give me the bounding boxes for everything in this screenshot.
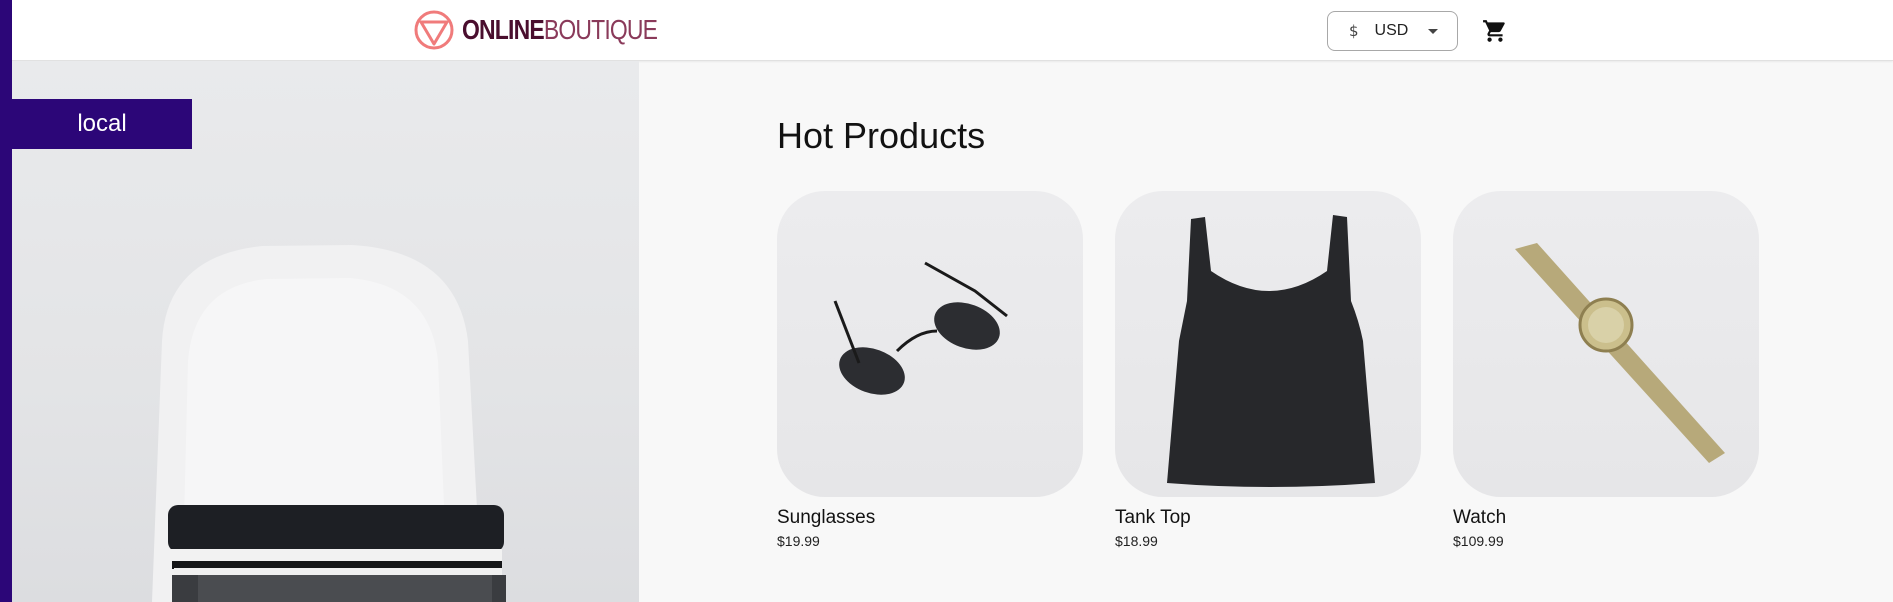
left-edge-bar [0,0,12,602]
currency-select[interactable]: $ USD [1327,11,1458,51]
hero-banner: local [12,61,639,602]
product-name[interactable]: Sunglasses [777,507,1083,529]
product-name[interactable]: Watch [1453,507,1759,529]
currency-symbol: $ [1349,22,1359,40]
product-image[interactable] [1115,191,1421,497]
site-logo[interactable]: ONLINEBOUTIQUE [414,10,700,50]
logo-text-online: ONLINE [462,14,545,45]
chevron-down-icon [1428,28,1439,34]
currency-code: USD [1374,22,1409,39]
product-card-tank-top[interactable]: Tank Top $18.99 [1115,191,1421,549]
site-header: ONLINEBOUTIQUE $ USD [12,0,1893,61]
section-title: Hot Products [777,115,986,156]
logo-text-boutique: BOUTIQUE [543,14,658,45]
sunglasses-icon [833,261,1008,395]
watch-icon [1515,243,1725,463]
product-card-sunglasses[interactable]: Sunglasses $19.99 [777,191,1083,549]
product-name[interactable]: Tank Top [1115,507,1421,529]
product-card-watch[interactable]: Watch $109.99 [1453,191,1759,549]
environment-badge: local [12,99,192,149]
logo-mark-icon [414,10,454,50]
product-price: $19.99 [777,533,820,549]
product-price: $18.99 [1115,533,1158,549]
product-price: $109.99 [1453,533,1504,549]
logo-text: ONLINEBOUTIQUE [462,10,658,50]
product-image[interactable] [777,191,1083,497]
tank-top-icon [1167,215,1375,487]
product-image[interactable] [1453,191,1759,497]
shopping-cart-icon[interactable] [1482,18,1508,44]
